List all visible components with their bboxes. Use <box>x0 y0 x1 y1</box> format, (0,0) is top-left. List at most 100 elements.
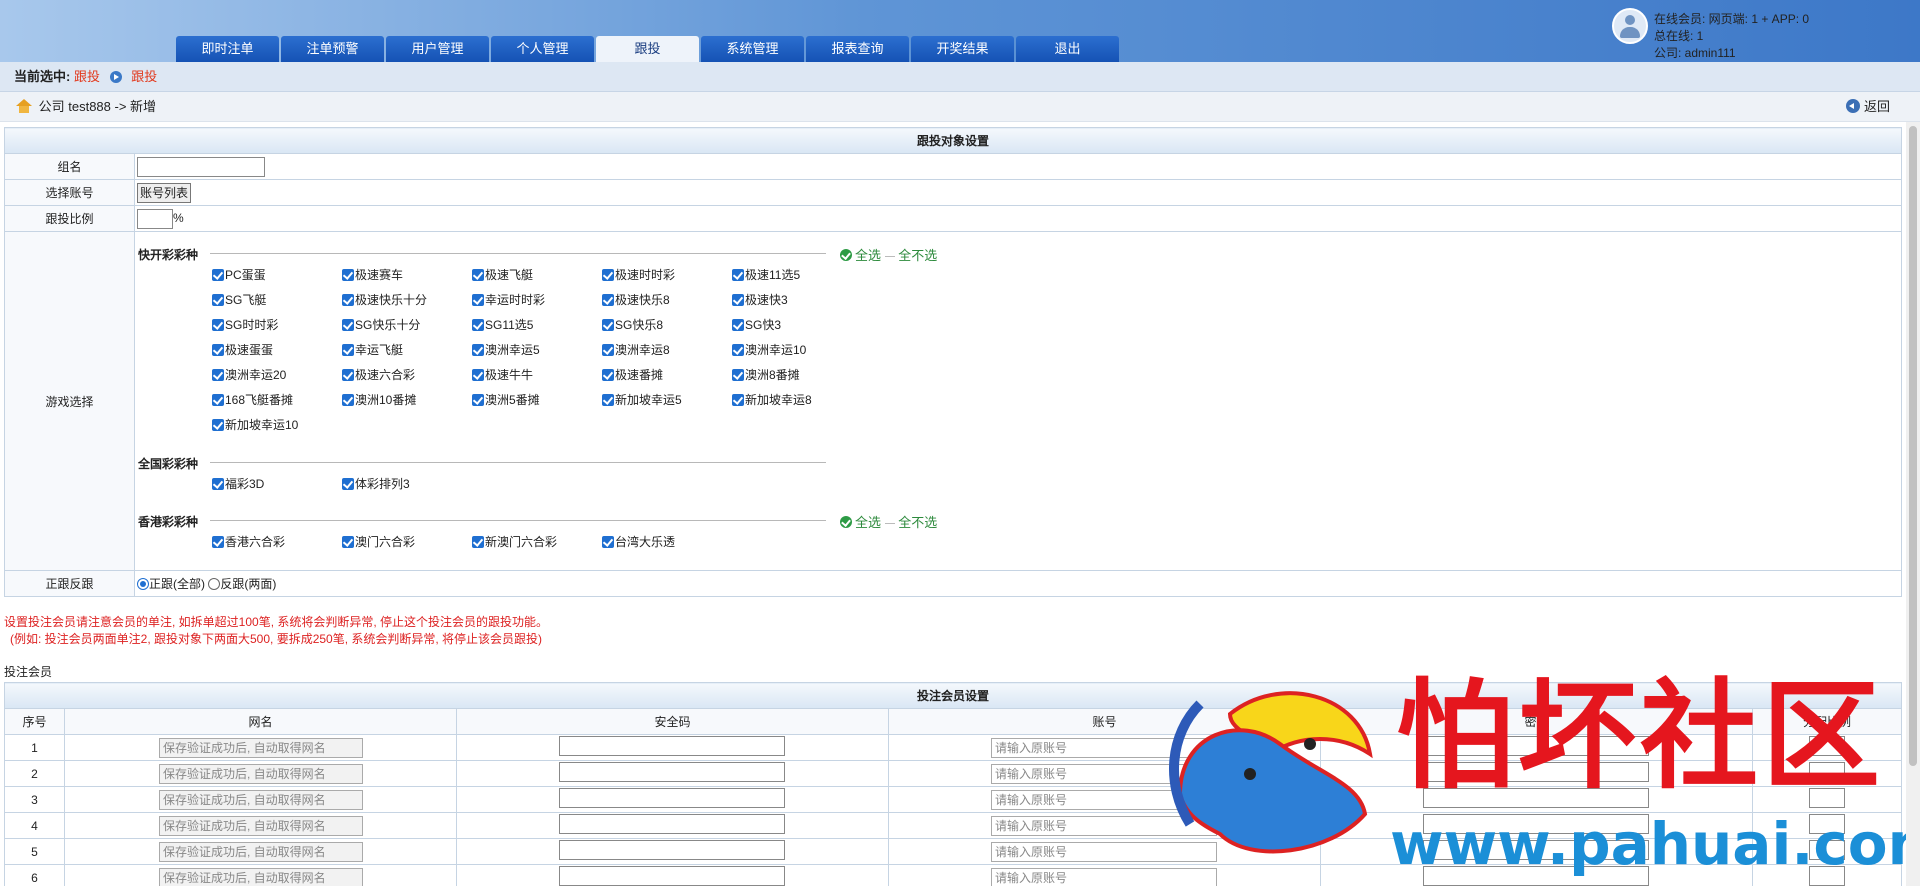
group-name-input[interactable] <box>137 156 265 177</box>
netname-input[interactable]: 保存验证成功后, 自动取得网名 <box>159 737 363 758</box>
game-checkbox[interactable]: 新加坡幸运5 <box>602 391 682 408</box>
security-code-input[interactable] <box>559 840 785 860</box>
checkbox-checked-icon[interactable] <box>472 536 484 548</box>
tab-reports[interactable]: 报表查询 <box>806 36 909 62</box>
game-checkbox[interactable]: SG飞艇 <box>212 291 266 308</box>
checkbox-checked-icon[interactable] <box>732 394 744 406</box>
checkbox-checked-icon[interactable] <box>732 319 744 331</box>
game-checkbox[interactable]: SG时时彩 <box>212 316 278 333</box>
radio-follow-forward[interactable] <box>137 578 149 590</box>
game-checkbox[interactable]: 新加坡幸运8 <box>732 391 812 408</box>
checkbox-checked-icon[interactable] <box>212 394 224 406</box>
game-checkbox[interactable]: PC蛋蛋 <box>212 266 266 283</box>
checkbox-checked-icon[interactable] <box>732 294 744 306</box>
game-checkbox[interactable]: SG11选5 <box>472 316 533 333</box>
game-checkbox[interactable]: 澳洲幸运5 <box>472 341 540 358</box>
checkbox-checked-icon[interactable] <box>342 344 354 356</box>
game-checkbox[interactable]: 极速六合彩 <box>342 366 415 383</box>
netname-input[interactable]: 保存验证成功后, 自动取得网名 <box>159 789 363 810</box>
checkbox-checked-icon[interactable] <box>212 369 224 381</box>
security-code-input[interactable] <box>559 814 785 834</box>
fast-deselect-all[interactable]: 全不选 <box>898 248 937 263</box>
checkbox-checked-icon[interactable] <box>212 269 224 281</box>
security-code-input[interactable] <box>559 788 785 808</box>
game-checkbox[interactable]: 新加坡幸运10 <box>212 416 298 433</box>
tab-personal-management[interactable]: 个人管理 <box>491 36 594 62</box>
back-button[interactable]: 返回 <box>1845 92 1890 122</box>
checkbox-checked-icon[interactable] <box>472 344 484 356</box>
game-checkbox[interactable]: 极速快乐十分 <box>342 291 427 308</box>
game-checkbox[interactable]: SG快乐8 <box>602 316 663 333</box>
checkbox-checked-icon[interactable] <box>602 294 614 306</box>
checkbox-checked-icon[interactable] <box>212 294 224 306</box>
checkbox-checked-icon[interactable] <box>342 269 354 281</box>
game-checkbox[interactable]: 新澳门六合彩 <box>472 533 557 550</box>
hk-deselect-all[interactable]: 全不选 <box>898 515 937 530</box>
game-checkbox[interactable]: 台湾大乐透 <box>602 533 675 550</box>
checkbox-checked-icon[interactable] <box>602 536 614 548</box>
current-selection-item[interactable]: 跟投 <box>74 69 100 84</box>
game-checkbox[interactable]: 澳洲10番摊 <box>342 391 416 408</box>
checkbox-checked-icon[interactable] <box>342 536 354 548</box>
checkbox-checked-icon[interactable] <box>472 394 484 406</box>
checkbox-checked-icon[interactable] <box>212 319 224 331</box>
game-checkbox[interactable]: 极速11选5 <box>732 266 800 283</box>
checkbox-checked-icon[interactable] <box>212 536 224 548</box>
account-list-button[interactable]: 账号列表 <box>137 182 192 203</box>
checkbox-checked-icon[interactable] <box>602 344 614 356</box>
game-checkbox[interactable]: 幸运飞艇 <box>342 341 403 358</box>
checkbox-checked-icon[interactable] <box>342 294 354 306</box>
tab-user-management[interactable]: 用户管理 <box>386 36 489 62</box>
tab-system-management[interactable]: 系统管理 <box>701 36 804 62</box>
tab-draw-results[interactable]: 开奖结果 <box>911 36 1014 62</box>
game-checkbox[interactable]: 香港六合彩 <box>212 533 285 550</box>
checkbox-checked-icon[interactable] <box>472 319 484 331</box>
tab-instant-bets[interactable]: 即时注单 <box>176 36 279 62</box>
game-checkbox[interactable]: 极速时时彩 <box>602 266 675 283</box>
checkbox-checked-icon[interactable] <box>212 419 224 431</box>
tab-follow-bet[interactable]: 跟投 <box>596 36 699 62</box>
checkbox-checked-icon[interactable] <box>342 319 354 331</box>
game-checkbox[interactable]: 福彩3D <box>212 475 264 492</box>
checkbox-checked-icon[interactable] <box>212 344 224 356</box>
checkbox-checked-icon[interactable] <box>602 319 614 331</box>
game-checkbox[interactable]: 极速飞艇 <box>472 266 533 283</box>
scrollbar-thumb[interactable] <box>1909 126 1917 766</box>
game-checkbox[interactable]: 极速牛牛 <box>472 366 533 383</box>
checkbox-checked-icon[interactable] <box>212 478 224 490</box>
game-checkbox[interactable]: 澳洲幸运10 <box>732 341 806 358</box>
checkbox-checked-icon[interactable] <box>602 394 614 406</box>
tab-bet-warning[interactable]: 注单预警 <box>281 36 384 62</box>
netname-input[interactable]: 保存验证成功后, 自动取得网名 <box>159 867 363 886</box>
security-code-input[interactable] <box>559 866 785 886</box>
security-code-input[interactable] <box>559 736 785 756</box>
game-checkbox[interactable]: 168飞艇番摊 <box>212 391 293 408</box>
game-checkbox[interactable]: 澳洲5番摊 <box>472 391 540 408</box>
netname-input[interactable]: 保存验证成功后, 自动取得网名 <box>159 841 363 862</box>
game-checkbox[interactable]: 极速蛋蛋 <box>212 341 273 358</box>
checkbox-checked-icon[interactable] <box>732 269 744 281</box>
checkbox-checked-icon[interactable] <box>602 369 614 381</box>
netname-input[interactable]: 保存验证成功后, 自动取得网名 <box>159 815 363 836</box>
checkbox-checked-icon[interactable] <box>342 394 354 406</box>
follow-ratio-input[interactable] <box>137 208 173 229</box>
game-checkbox[interactable]: 澳洲8番摊 <box>732 366 800 383</box>
game-checkbox[interactable]: 极速番摊 <box>602 366 663 383</box>
checkbox-checked-icon[interactable] <box>342 369 354 381</box>
checkbox-checked-icon[interactable] <box>472 294 484 306</box>
checkbox-checked-icon[interactable] <box>732 344 744 356</box>
game-checkbox[interactable]: 澳门六合彩 <box>342 533 415 550</box>
game-checkbox[interactable]: SG快3 <box>732 316 781 333</box>
game-checkbox[interactable]: 体彩排列3 <box>342 475 410 492</box>
checkbox-checked-icon[interactable] <box>472 369 484 381</box>
scrollbar[interactable] <box>1906 122 1920 886</box>
game-checkbox[interactable]: 极速赛车 <box>342 266 403 283</box>
tab-logout[interactable]: 退出 <box>1016 36 1119 62</box>
fast-select-all[interactable]: 全选 <box>855 248 881 263</box>
game-checkbox[interactable]: SG快乐十分 <box>342 316 420 333</box>
netname-input[interactable]: 保存验证成功后, 自动取得网名 <box>159 763 363 784</box>
radio-follow-reverse[interactable] <box>208 578 221 590</box>
game-checkbox[interactable]: 澳洲幸运8 <box>602 341 670 358</box>
checkbox-checked-icon[interactable] <box>602 269 614 281</box>
checkbox-checked-icon[interactable] <box>342 478 354 490</box>
